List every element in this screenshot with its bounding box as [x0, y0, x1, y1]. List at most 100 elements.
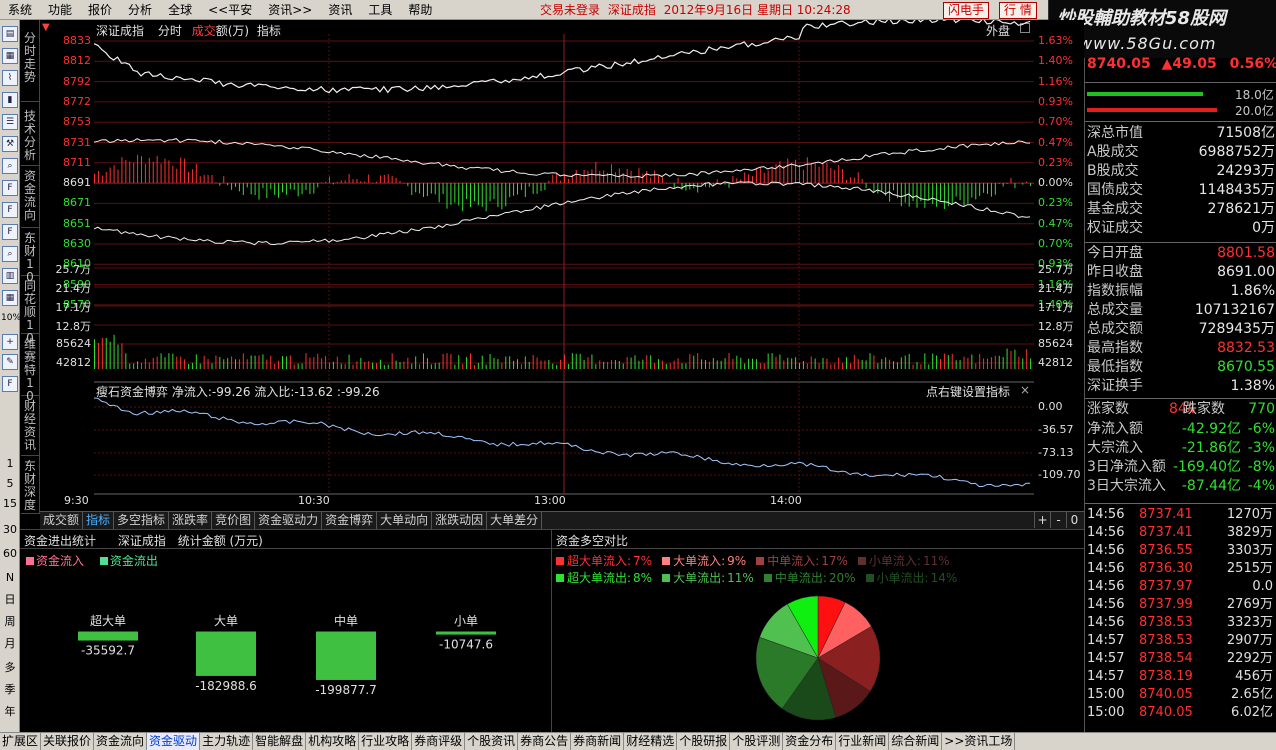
period-11[interactable]: 年	[1, 706, 19, 718]
subtab[interactable]: 多空指标	[114, 512, 170, 529]
indicator-close-icon[interactable]: ×	[1020, 383, 1030, 397]
pencil-icon[interactable]: ✎	[2, 354, 18, 370]
bottom-tab[interactable]: 券商评级	[412, 733, 466, 750]
tick-row[interactable]: 14:56 8737.97 0.0	[1085, 578, 1276, 596]
bottom-tab[interactable]: 券商新闻	[571, 733, 625, 750]
period-4[interactable]: 60	[1, 548, 19, 560]
bottom-tab[interactable]: 券商公告	[518, 733, 572, 750]
search-icon[interactable]: ⌕	[2, 246, 18, 262]
bottom-tab[interactable]: 行业新闻	[836, 733, 890, 750]
menu-item[interactable]: 资讯>>	[260, 0, 320, 20]
bottom-tab[interactable]: 资金流向	[94, 733, 148, 750]
plus-icon[interactable]: +	[2, 334, 18, 350]
subtab-control[interactable]: -	[1050, 512, 1066, 528]
tick-list[interactable]: 14:56 8737.41 1270万 14:56 8737.41 3829万 14:56 8…	[1085, 506, 1276, 726]
zoom-icon[interactable]: ⌕	[2, 158, 18, 174]
pct-icon[interactable]: 10%	[1, 312, 21, 324]
subtab[interactable]: 大单差分	[487, 512, 543, 529]
period-7[interactable]: 周	[1, 616, 19, 628]
subtab[interactable]: 指标	[83, 512, 115, 529]
subtab[interactable]: 成交额	[40, 512, 84, 529]
bottom-tab[interactable]: 资金分布	[783, 733, 837, 750]
subtab[interactable]: 竞价图	[212, 512, 256, 529]
quote-button[interactable]: 行 情	[999, 2, 1037, 19]
subtab[interactable]: 涨跌率	[169, 512, 213, 529]
tick-row[interactable]: 15:00 8740.05 6.02亿	[1085, 704, 1276, 722]
period-6[interactable]: 日	[1, 594, 19, 606]
bottom-tab[interactable]: 关联报价	[41, 733, 95, 750]
subtab-control[interactable]: 0	[1066, 512, 1082, 528]
period-1[interactable]: 5	[1, 478, 19, 490]
bottom-tab[interactable]: 综合新闻	[889, 733, 943, 750]
menu-item[interactable]: 分析	[120, 0, 160, 20]
subtab[interactable]: 资金驱动力	[255, 512, 323, 529]
tick-row[interactable]: 14:56 8738.53 3323万	[1085, 614, 1276, 632]
bottom-tab[interactable]: 机构攻略	[306, 733, 360, 750]
view-tab[interactable]: 分时走势	[21, 32, 39, 102]
view-tab[interactable]: 财经资讯	[21, 400, 39, 456]
flash-trade-button[interactable]: 闪电手	[943, 2, 990, 19]
period-5[interactable]: N	[1, 572, 19, 584]
tick-row[interactable]: 14:57 8738.53 2907万	[1085, 632, 1276, 650]
bottom-tab[interactable]: 个股评测	[730, 733, 784, 750]
bottom-tab[interactable]: 财经精选	[624, 733, 678, 750]
tick-row[interactable]: 14:57 8738.54 2292万	[1085, 650, 1276, 668]
fz-icon[interactable]: F	[2, 202, 18, 218]
bottom-tab[interactable]: 资金驱动	[147, 733, 201, 750]
menu-item[interactable]: 资讯	[320, 0, 360, 20]
flow-summary-row: 3日大宗流入 -87.44亿 -4%	[1085, 477, 1276, 496]
bottom-tab[interactable]: 个股资讯	[465, 733, 519, 750]
bottom-tab[interactable]: 主力轨迹	[200, 733, 254, 750]
report-icon[interactable]: ▤	[2, 26, 18, 42]
menu-item[interactable]: 功能	[40, 0, 80, 20]
view-tab[interactable]: 东财深度	[21, 460, 39, 514]
view-tab[interactable]: 同花顺10	[21, 280, 39, 345]
subtab-control[interactable]: +	[1034, 512, 1050, 528]
period-2[interactable]: 15	[1, 498, 19, 510]
tick-row[interactable]: 15:00 8740.05 2.65亿	[1085, 686, 1276, 704]
tick-row[interactable]: 14:56 8736.30 2515万	[1085, 560, 1276, 578]
menu-item[interactable]: 帮助	[400, 0, 440, 20]
view-tab[interactable]: 东财10	[21, 232, 39, 284]
tick-row[interactable]: 14:56 8737.99 2769万	[1085, 596, 1276, 614]
view-tab[interactable]: 资金流向	[21, 170, 39, 228]
bottom-tab[interactable]: 个股研报	[677, 733, 731, 750]
tick-row[interactable]: 14:56 8737.41 1270万	[1085, 506, 1276, 524]
subtab[interactable]: 大单动向	[377, 512, 433, 529]
divider	[1085, 121, 1276, 122]
hammer-icon[interactable]: ⚒	[2, 136, 18, 152]
menu-item[interactable]: 系统	[0, 0, 40, 20]
view-tab[interactable]: 维赛特10	[21, 338, 39, 403]
period-9[interactable]: 多	[1, 662, 19, 674]
subtab[interactable]: 涨跌动因	[432, 512, 488, 529]
list-icon[interactable]: ☰	[2, 114, 18, 130]
fs-icon[interactable]: F	[2, 376, 18, 392]
fm2-icon[interactable]: F	[2, 224, 18, 240]
grid-icon[interactable]: ▦	[2, 290, 18, 306]
quote-icon[interactable]: ▦	[2, 48, 18, 64]
tick-row[interactable]: 14:57 8738.19 456万	[1085, 668, 1276, 686]
chart-icon[interactable]: ▥	[2, 268, 18, 284]
period-3[interactable]: 30	[1, 524, 19, 536]
menu-item[interactable]: <<平安	[200, 0, 260, 20]
bottom-tab[interactable]: 智能解盘	[253, 733, 307, 750]
indicator-hint[interactable]: 点右键设置指标	[926, 383, 1010, 400]
tick-volume: 1270万	[1226, 507, 1273, 522]
period-0[interactable]: 1	[1, 458, 19, 470]
view-tab[interactable]: 技术分析	[21, 110, 39, 166]
menu-item[interactable]: 报价	[80, 0, 120, 20]
intraday-chart[interactable]	[94, 20, 1034, 514]
menu-item[interactable]: 全球	[160, 0, 200, 20]
period-10[interactable]: 季	[1, 684, 19, 696]
subtab[interactable]: 资金博弈	[322, 512, 378, 529]
menu-item[interactable]: 工具	[360, 0, 400, 20]
tick-row[interactable]: 14:56 8736.55 3303万	[1085, 542, 1276, 560]
bottom-tab[interactable]: >>资讯工场	[942, 733, 1016, 750]
minute-icon[interactable]: ⌇	[2, 70, 18, 86]
tick-row[interactable]: 14:56 8737.41 3829万	[1085, 524, 1276, 542]
period-8[interactable]: 月	[1, 638, 19, 650]
kline-icon[interactable]: ▮	[2, 92, 18, 108]
fm-icon[interactable]: F	[2, 180, 18, 196]
bottom-tab[interactable]: 行业攻略	[359, 733, 413, 750]
bottom-tab[interactable]: 扩展区	[0, 733, 42, 750]
